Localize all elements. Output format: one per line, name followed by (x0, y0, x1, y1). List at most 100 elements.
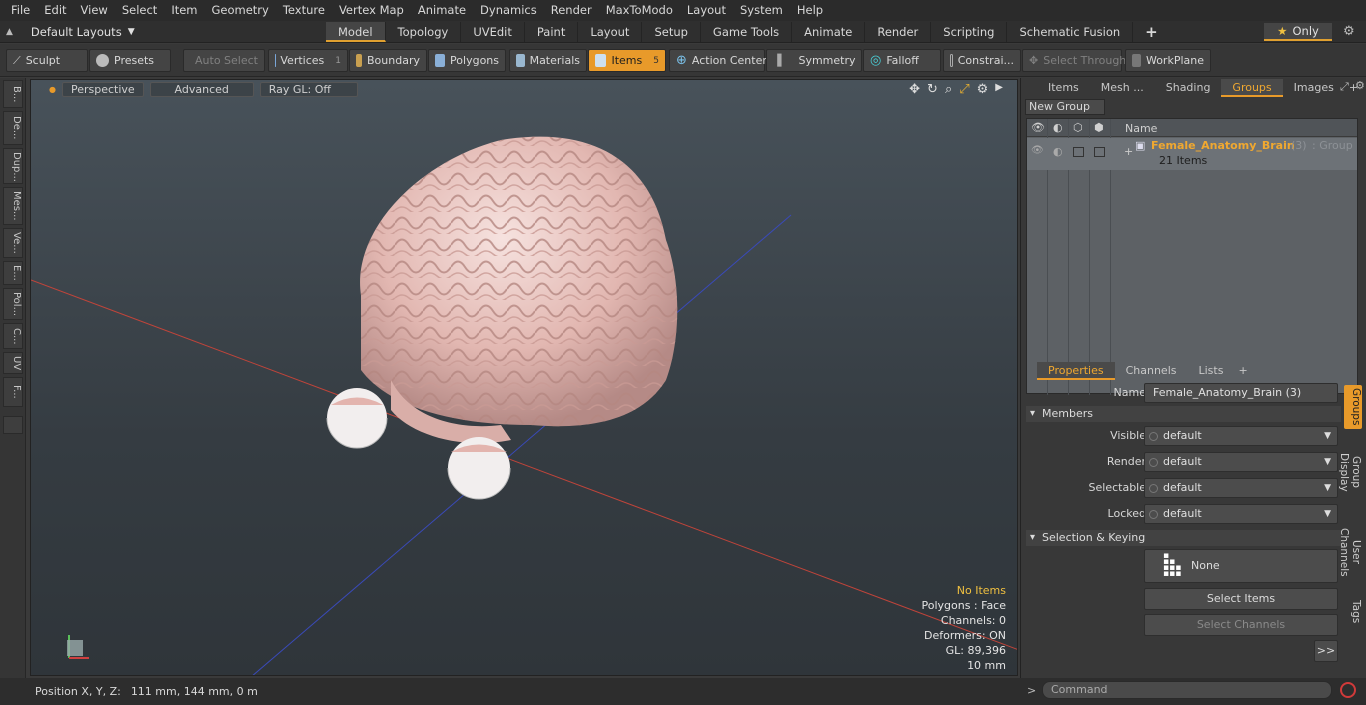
tab-animate[interactable]: Animate (792, 22, 866, 42)
visible-select[interactable]: default ▼ (1144, 426, 1338, 446)
tab-render[interactable]: Render (865, 22, 932, 42)
panel-expand-icon[interactable]: ⤢ (1340, 80, 1349, 94)
left-tab-duplicate[interactable]: Dup... (3, 148, 23, 184)
menu-dynamics[interactable]: Dynamics (473, 0, 544, 21)
side-tab-user-channels[interactable]: User Channels (1338, 515, 1362, 589)
tab-lists[interactable]: Lists (1188, 362, 1235, 380)
row-eye-icon[interactable]: 👁 (1031, 145, 1044, 156)
expand-icon[interactable]: + (1124, 145, 1133, 158)
new-group-button[interactable]: New Group (1025, 99, 1105, 115)
side-tab-tags[interactable]: Tags (1344, 597, 1362, 627)
items-button[interactable]: Items 5 (588, 49, 666, 72)
menu-system[interactable]: System (733, 0, 790, 21)
materials-button[interactable]: Materials (509, 49, 587, 72)
add-props-tab-button[interactable]: + (1234, 362, 1251, 380)
select-icon[interactable]: ⬡ (1073, 121, 1083, 134)
select-through-button[interactable]: ✥ Select Through (1022, 49, 1126, 72)
lock-icon[interactable]: ⬢ (1094, 121, 1104, 134)
auto-select-button[interactable]: Auto Select (183, 49, 265, 72)
menu-item[interactable]: Item (164, 0, 204, 21)
record-icon[interactable] (1340, 682, 1356, 698)
selectable-select[interactable]: default ▼ (1144, 478, 1338, 498)
tab-schematic-fusion[interactable]: Schematic Fusion (1007, 22, 1134, 42)
panel-gear-icon[interactable]: ⚙ (1355, 79, 1365, 92)
zoom-view-icon[interactable]: ⌕ (945, 82, 952, 97)
tab-paint[interactable]: Paint (525, 22, 579, 42)
more-button[interactable]: >> (1314, 640, 1338, 662)
group-row[interactable]: 👁 ◐ + ▣ Female_Anatomy_Brain (3) : Group… (1027, 138, 1357, 170)
left-tab-edge[interactable]: E... (3, 261, 23, 285)
selection-keying-section[interactable]: Selection & Keying (1026, 530, 1341, 546)
tab-channels[interactable]: Channels (1115, 362, 1188, 380)
left-tab-vertex[interactable]: Ve... (3, 228, 23, 258)
menu-view[interactable]: View (74, 0, 115, 21)
menu-render[interactable]: Render (544, 0, 599, 21)
menu-edit[interactable]: Edit (37, 0, 73, 21)
side-tab-groups[interactable]: Groups (1344, 385, 1362, 429)
falloff-button[interactable]: ◎ Falloff (863, 49, 941, 72)
menu-maxtomodo[interactable]: MaxToModo (599, 0, 680, 21)
menu-layout[interactable]: Layout (680, 0, 733, 21)
boundary-button[interactable]: Boundary (349, 49, 427, 72)
brain-model[interactable] (360, 136, 678, 444)
only-button[interactable]: ★ Only (1264, 23, 1332, 41)
row-select-checkbox[interactable] (1073, 147, 1084, 157)
row-lock-checkbox[interactable] (1094, 147, 1105, 157)
menu-animate[interactable]: Animate (411, 0, 473, 21)
tab-layout[interactable]: Layout (578, 22, 643, 42)
add-tab-button[interactable]: + (1133, 22, 1170, 42)
eyeball-right[interactable] (447, 437, 511, 500)
tab-images[interactable]: Images (1283, 79, 1345, 97)
left-tab-basic[interactable]: B... (3, 80, 23, 108)
command-input[interactable]: Command (1042, 681, 1332, 699)
menu-geometry[interactable]: Geometry (205, 0, 276, 21)
select-items-button[interactable]: Select Items (1144, 588, 1338, 610)
presets-button[interactable]: Presets (89, 49, 171, 72)
tab-mesh[interactable]: Mesh ... (1090, 79, 1155, 97)
left-tab-uv[interactable]: UV (3, 352, 23, 374)
side-tab-group-display[interactable]: Group Display (1338, 437, 1362, 507)
tab-game-tools[interactable]: Game Tools (701, 22, 793, 42)
menu-vertex-map[interactable]: Vertex Map (332, 0, 411, 21)
sculpt-button[interactable]: ⟋ Sculpt (6, 49, 88, 72)
tab-scripting[interactable]: Scripting (931, 22, 1008, 42)
3d-viewport[interactable]: ● Perspective Advanced Ray GL: Off ✥ ↻ ⌕… (30, 79, 1018, 676)
advanced-button[interactable]: Advanced (149, 81, 254, 97)
play-icon[interactable]: ▶ (995, 82, 1003, 97)
render-select[interactable]: default ▼ (1144, 452, 1338, 472)
vertices-button[interactable]: Vertices 1 (268, 49, 348, 72)
menu-select[interactable]: Select (115, 0, 164, 21)
left-tab-polygon[interactable]: Pol... (3, 288, 23, 320)
left-tab-mesh-edit[interactable]: Mes... (3, 187, 23, 225)
perspective-button[interactable]: Perspective (61, 81, 144, 97)
menu-file[interactable]: File (4, 0, 37, 21)
members-section[interactable]: Members (1026, 406, 1341, 422)
tab-uvedit[interactable]: UVEdit (461, 22, 525, 42)
tab-setup[interactable]: Setup (642, 22, 701, 42)
locked-select[interactable]: default ▼ (1144, 504, 1338, 524)
move-view-icon[interactable]: ✥ (909, 82, 920, 97)
menu-help[interactable]: Help (790, 0, 830, 21)
tab-groups[interactable]: Groups (1221, 79, 1283, 97)
constraints-button[interactable]: Constrai... (943, 49, 1021, 72)
symmetry-button[interactable]: ▐ Symmetry (766, 49, 862, 72)
eye-icon[interactable]: 👁 (1031, 121, 1045, 134)
select-channels-button[interactable]: Select Channels (1144, 614, 1338, 636)
left-tab-deform[interactable]: De... (3, 111, 23, 145)
left-tab-expand[interactable] (3, 416, 23, 434)
viewport-gear-icon[interactable]: ⚙ (977, 82, 989, 97)
render-icon[interactable]: ◐ (1053, 121, 1063, 134)
layout-selector[interactable]: ▲ Default Layouts ▼ (6, 21, 135, 43)
left-tab-fusion[interactable]: F... (3, 377, 23, 407)
row-render-icon[interactable]: ◐ (1053, 145, 1063, 158)
name-field[interactable]: Female_Anatomy_Brain (3) (1144, 383, 1338, 403)
action-center-button[interactable]: ⊕ Action Center (669, 49, 767, 72)
tab-shading[interactable]: Shading (1155, 79, 1222, 97)
polygons-button[interactable]: Polygons (428, 49, 506, 72)
tab-topology[interactable]: Topology (386, 22, 462, 42)
none-button[interactable]: ▪ ▪▪ ▪▪▪ ▪▪▪ None (1144, 549, 1338, 583)
gear-icon[interactable]: ⚙ (1343, 24, 1355, 39)
viewport-dot-icon[interactable]: ● (49, 85, 56, 94)
left-tab-curve[interactable]: C... (3, 323, 23, 349)
tab-model[interactable]: Model (326, 22, 386, 42)
